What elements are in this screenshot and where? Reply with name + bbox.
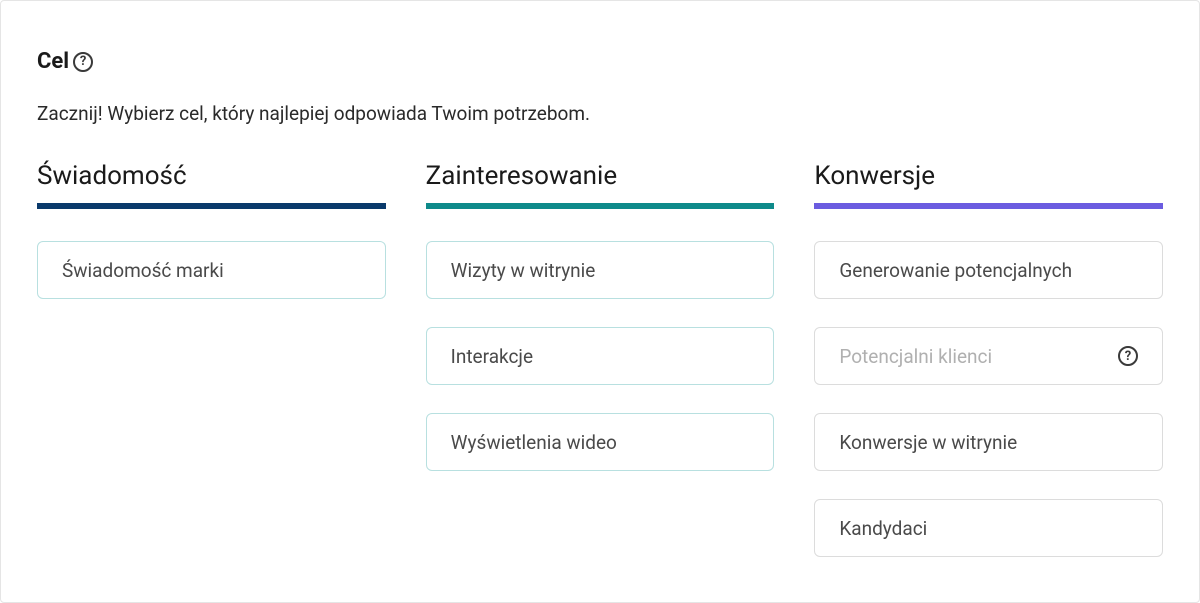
goal-option-potential-clients[interactable]: Potencjalni klienci ? [814,327,1163,385]
column-heading-interest: Zainteresowanie [426,161,775,191]
goal-option-label: Potencjalni klienci [839,345,992,368]
goal-option-label: Wizyty w witrynie [451,259,596,282]
goal-columns: Świadomość Świadomość marki Zainteresowa… [37,161,1163,585]
column-heading-conversion: Konwersje [814,161,1163,191]
page-subtitle: Zacznij! Wybierz cel, który najlepiej od… [37,102,1163,125]
goal-option-label: Kandydaci [839,517,927,540]
goal-option-brand-awareness[interactable]: Świadomość marki [37,241,386,299]
header: Cel ? [37,49,1163,74]
help-icon[interactable]: ? [73,52,93,72]
column-bar-awareness [37,203,386,209]
column-heading-awareness: Świadomość [37,161,386,191]
goal-option-label: Wyświetlenia wideo [451,431,617,454]
column-interest: Zainteresowanie Wizyty w witrynie Intera… [426,161,775,585]
page-title: Cel [37,49,69,74]
goal-option-video-views[interactable]: Wyświetlenia wideo [426,413,775,471]
column-awareness: Świadomość Świadomość marki [37,161,386,585]
goal-option-site-conversions[interactable]: Konwersje w witrynie [814,413,1163,471]
column-bar-interest [426,203,775,209]
goal-option-label: Konwersje w witrynie [839,431,1017,454]
goal-option-site-visits[interactable]: Wizyty w witrynie [426,241,775,299]
goal-option-engagement[interactable]: Interakcje [426,327,775,385]
goal-panel: Cel ? Zacznij! Wybierz cel, który najlep… [0,0,1200,603]
goal-option-lead-generation[interactable]: Generowanie potencjalnych [814,241,1163,299]
goal-option-label: Generowanie potencjalnych [839,259,1072,282]
column-conversion: Konwersje Generowanie potencjalnych Pote… [814,161,1163,585]
help-icon[interactable]: ? [1118,346,1138,366]
goal-option-candidates[interactable]: Kandydaci [814,499,1163,557]
goal-option-label: Interakcje [451,345,533,368]
column-bar-conversion [814,203,1163,209]
goal-option-label: Świadomość marki [62,259,224,282]
